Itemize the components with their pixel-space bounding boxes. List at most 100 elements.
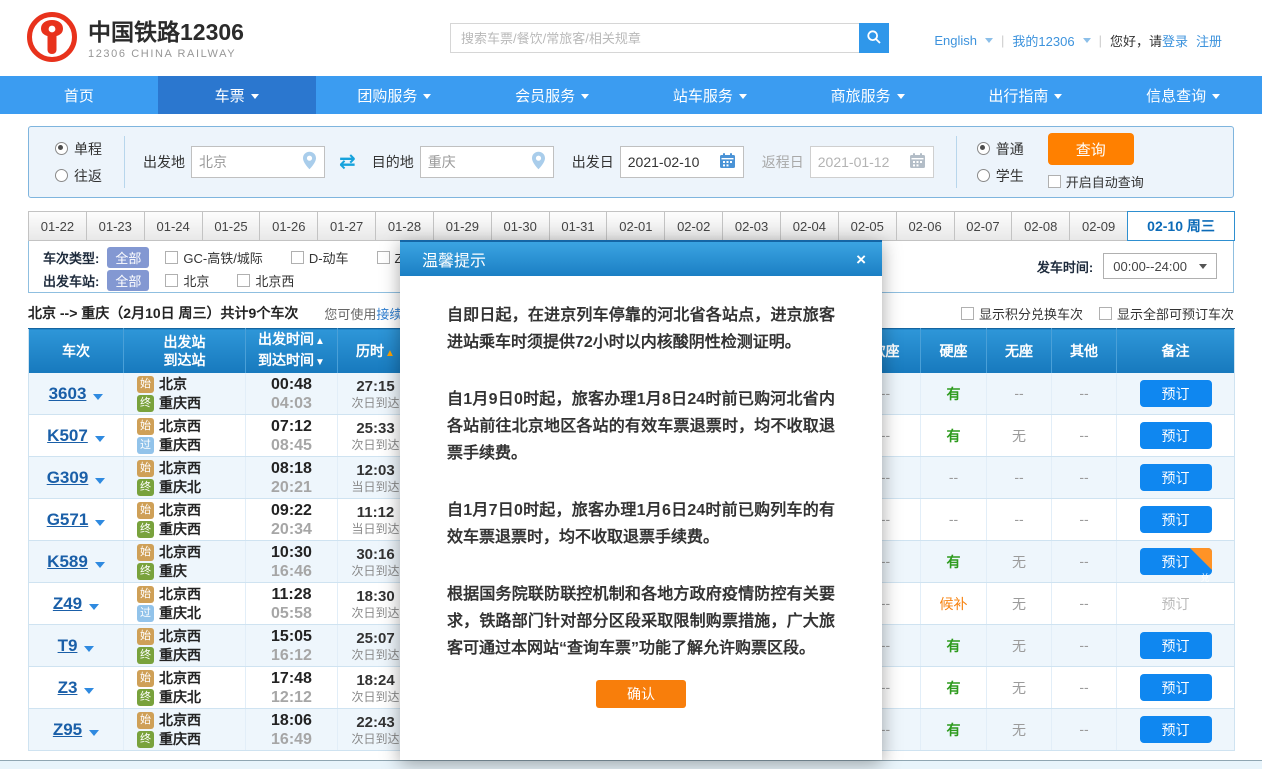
train-type-checkbox[interactable] xyxy=(377,251,390,264)
book-button[interactable]: 预订 xyxy=(1140,632,1212,659)
auto-query-checkbox[interactable] xyxy=(1048,175,1061,188)
book-button[interactable]: 预订 xyxy=(1140,716,1212,743)
date-tab[interactable]: 02-09 xyxy=(1069,211,1128,241)
depart-station-option[interactable]: 北京西 xyxy=(237,271,294,290)
date-tab[interactable]: 02-03 xyxy=(722,211,781,241)
sort-desc-icon[interactable]: ▼ xyxy=(315,357,325,368)
date-tab[interactable]: 02-04 xyxy=(780,211,839,241)
date-tab[interactable]: 02-01 xyxy=(606,211,665,241)
col-header-time[interactable]: 出发时间▲ 到达时间▼ xyxy=(246,329,338,374)
show-all-checkbox[interactable] xyxy=(1099,307,1112,320)
nav-item-tickets[interactable]: 车票 xyxy=(158,76,316,114)
train-type-checkbox[interactable] xyxy=(165,251,178,264)
train-type-checkbox[interactable] xyxy=(291,251,304,264)
train-link[interactable]: G309 xyxy=(47,468,89,487)
nav-item-member-services[interactable]: 会员服务 xyxy=(473,76,631,114)
train-link[interactable]: K589 xyxy=(47,552,88,571)
date-tab[interactable]: 01-28 xyxy=(375,211,434,241)
search-input[interactable] xyxy=(450,23,859,53)
trip-type-one-way[interactable]: 单程 xyxy=(55,139,102,159)
expand-caret-icon[interactable] xyxy=(95,520,105,526)
train-type-option[interactable]: D-动车 xyxy=(291,248,349,267)
nav-item-group-services[interactable]: 团购服务 xyxy=(316,76,474,114)
nav-item-station-services[interactable]: 站车服务 xyxy=(631,76,789,114)
expand-caret-icon[interactable] xyxy=(95,562,105,568)
date-tab[interactable]: 01-27 xyxy=(317,211,376,241)
date-tab[interactable]: 01-25 xyxy=(202,211,261,241)
train-link[interactable]: G571 xyxy=(47,510,89,529)
train-type-option[interactable]: GC-高铁/城际 xyxy=(165,248,262,267)
trip-type-radio-round-trip[interactable] xyxy=(55,169,68,182)
nav-item-home[interactable]: 首页 xyxy=(0,76,158,114)
depart-station-checkbox[interactable] xyxy=(237,274,250,287)
passenger-type-radio-normal[interactable] xyxy=(977,142,990,155)
date-tab[interactable]: 02-06 xyxy=(896,211,955,241)
swap-stations-icon[interactable]: ⇄ xyxy=(339,152,356,172)
sort-asc-active-icon[interactable]: ▲ xyxy=(385,348,395,359)
passenger-type-normal[interactable]: 普通 xyxy=(977,139,1024,159)
expand-caret-icon[interactable] xyxy=(95,436,105,442)
to-station-input[interactable]: 重庆 xyxy=(420,146,554,178)
train-type-all-badge[interactable]: 全部 xyxy=(107,247,149,268)
date-tab[interactable]: 01-30 xyxy=(491,211,550,241)
expand-caret-icon[interactable] xyxy=(89,604,99,610)
points-exchange-checkbox[interactable] xyxy=(961,307,974,320)
query-button[interactable]: 查询 xyxy=(1048,133,1134,165)
depart-date-input[interactable]: 2021-02-10 xyxy=(620,146,744,178)
train-link[interactable]: Z95 xyxy=(53,720,82,739)
points-exchange-toggle[interactable]: 显示积分兑换车次 xyxy=(961,304,1083,323)
depart-station-checkbox[interactable] xyxy=(165,274,178,287)
register-link[interactable]: 注册 xyxy=(1196,31,1222,50)
login-link[interactable]: 登录 xyxy=(1162,31,1188,50)
brand[interactable]: 中国铁路12306 12306 CHINA RAILWAY xyxy=(26,11,244,68)
passenger-type-student[interactable]: 学生 xyxy=(977,166,1024,186)
book-button[interactable]: 预订 xyxy=(1140,422,1212,449)
train-link[interactable]: Z3 xyxy=(58,678,78,697)
book-button[interactable]: 预订 xyxy=(1140,506,1212,533)
date-tab[interactable]: 02-08 xyxy=(1011,211,1070,241)
date-tab[interactable]: 02-07 xyxy=(954,211,1013,241)
date-tab[interactable]: 01-29 xyxy=(433,211,492,241)
return-date-input[interactable]: 2021-01-12 xyxy=(810,146,934,178)
date-tab[interactable]: 01-26 xyxy=(259,211,318,241)
train-link[interactable]: K507 xyxy=(47,426,88,445)
book-button[interactable]: 预订 xyxy=(1140,674,1212,701)
language-link[interactable]: English xyxy=(934,33,977,48)
sort-asc-icon[interactable]: ▲ xyxy=(315,336,325,347)
close-icon[interactable]: × xyxy=(856,251,866,268)
auto-query-toggle[interactable]: 开启自动查询 xyxy=(1048,172,1144,191)
expand-caret-icon[interactable] xyxy=(89,730,99,736)
train-link[interactable]: 3603 xyxy=(49,384,87,403)
trip-type-round-trip[interactable]: 往返 xyxy=(55,166,102,186)
depart-time-select[interactable]: 00:00--24:00 xyxy=(1103,253,1217,279)
expand-caret-icon[interactable] xyxy=(95,478,105,484)
col-header-train[interactable]: 车次 xyxy=(29,329,124,374)
nav-item-info-query[interactable]: 信息查询 xyxy=(1104,76,1262,114)
book-button[interactable]: 预订 xyxy=(1140,464,1212,491)
date-tab[interactable]: 01-23 xyxy=(86,211,145,241)
nav-item-travel-guide[interactable]: 出行指南 xyxy=(947,76,1105,114)
search-button[interactable] xyxy=(859,23,889,53)
confirm-button[interactable]: 确认 xyxy=(596,680,686,708)
date-tab[interactable]: 01-31 xyxy=(549,211,608,241)
depart-station-option[interactable]: 北京 xyxy=(165,271,209,290)
date-tab[interactable]: 01-22 xyxy=(28,211,87,241)
trip-type-radio-one-way[interactable] xyxy=(55,142,68,155)
show-all-toggle[interactable]: 显示全部可预订车次 xyxy=(1099,304,1234,323)
book-button[interactable]: 预订兑 xyxy=(1140,548,1212,575)
train-link[interactable]: T9 xyxy=(58,636,78,655)
date-tab[interactable]: 02-05 xyxy=(838,211,897,241)
from-station-input[interactable]: 北京 xyxy=(191,146,325,178)
date-tab[interactable]: 01-24 xyxy=(144,211,203,241)
expand-caret-icon[interactable] xyxy=(84,646,94,652)
col-header-station[interactable]: 出发站到达站 xyxy=(124,329,246,374)
depart-station-all-badge[interactable]: 全部 xyxy=(107,270,149,291)
date-tab[interactable]: 02-02 xyxy=(664,211,723,241)
book-button[interactable]: 预订 xyxy=(1140,380,1212,407)
nav-item-business-travel[interactable]: 商旅服务 xyxy=(789,76,947,114)
passenger-type-radio-student[interactable] xyxy=(977,169,990,182)
expand-caret-icon[interactable] xyxy=(84,688,94,694)
date-tab-active[interactable]: 02-10 周三 xyxy=(1127,211,1235,241)
my12306-link[interactable]: 我的12306 xyxy=(1012,31,1074,50)
train-link[interactable]: Z49 xyxy=(53,594,82,613)
